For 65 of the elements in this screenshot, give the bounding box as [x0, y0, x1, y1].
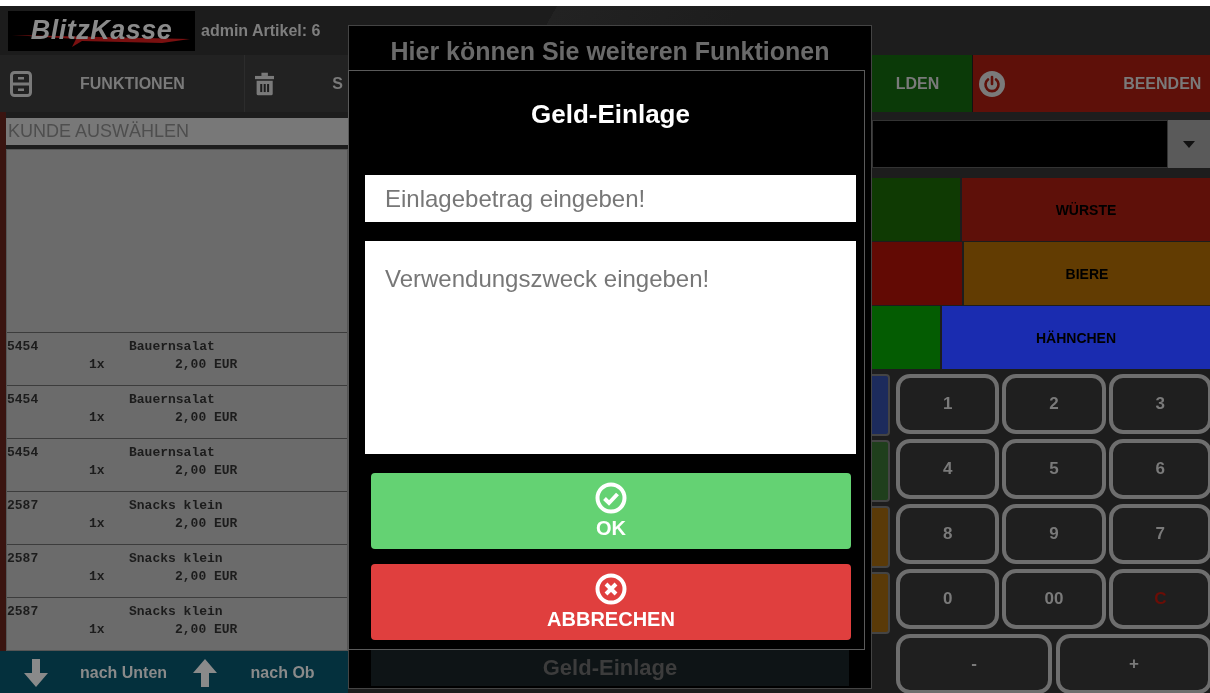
- dialog-button[interactable]: ABBRECHEN: [371, 564, 851, 640]
- article-name: Snacks klein: [128, 551, 224, 568]
- keypad-key[interactable]: 6: [1108, 439, 1210, 499]
- article-price: 2,00 EUR: [174, 463, 239, 480]
- dialog-title: Geld-Einlage: [530, 99, 691, 129]
- article-name: Snacks klein: [128, 498, 224, 515]
- side-key[interactable]: [872, 572, 890, 634]
- article-name: Bauernsalat: [128, 445, 216, 462]
- keypad-key[interactable]: 1: [896, 374, 1000, 434]
- category-tile[interactable]: [872, 306, 940, 369]
- article-code: 5454: [7, 392, 40, 409]
- article-quantity: 1x: [89, 569, 106, 586]
- article-price: 2,00 EUR: [174, 410, 239, 427]
- side-key[interactable]: [872, 374, 890, 436]
- nav-button[interactable]: nach Unten: [0, 657, 175, 688]
- article-quantity: 1x: [89, 516, 106, 533]
- product-dropdown[interactable]: [872, 120, 1210, 168]
- amount-field[interactable]: Einlagebetrag eingeben!: [365, 175, 856, 222]
- logo: BlitzKasse: [8, 10, 195, 51]
- arrow-down-icon: [24, 658, 48, 687]
- article-code: 5454: [7, 445, 40, 462]
- article-code: 5454: [7, 339, 40, 356]
- article-price: 2,00 EUR: [174, 569, 239, 586]
- keypad-key[interactable]: 9: [1002, 504, 1106, 564]
- keypad-key[interactable]: 7: [1108, 504, 1210, 564]
- arrow-up-icon: [192, 658, 217, 687]
- toolbar-button[interactable]: LDEN: [870, 55, 972, 112]
- article-price: 2,00 EUR: [174, 357, 239, 374]
- keypad-key[interactable]: 00: [1002, 569, 1106, 629]
- article-code: 2587: [7, 604, 40, 621]
- side-key[interactable]: [872, 440, 890, 502]
- close-circle-icon: [595, 573, 627, 605]
- keypad-key[interactable]: +: [1056, 634, 1210, 693]
- article-name: Bauernsalat: [128, 392, 216, 409]
- power-icon: [979, 70, 1005, 97]
- user-info: admin Artikel: 6: [201, 21, 321, 40]
- toolbar-button[interactable]: BEENDEN: [972, 55, 1210, 112]
- drawer-icon: [10, 70, 32, 97]
- keypad-key[interactable]: 2: [1002, 374, 1106, 434]
- category-tile[interactable]: BIERE: [964, 242, 1210, 305]
- purpose-field[interactable]: Verwendungszweck eingeben!: [365, 241, 856, 454]
- article-quantity: 1x: [89, 410, 106, 427]
- article-quantity: 1x: [89, 622, 106, 639]
- article-price: 2,00 EUR: [174, 622, 239, 639]
- article-name: Snacks klein: [128, 604, 224, 621]
- keypad-key[interactable]: 5: [1002, 439, 1106, 499]
- article-price: 2,00 EUR: [174, 516, 239, 533]
- side-key[interactable]: [872, 506, 890, 568]
- keypad-key[interactable]: 4: [896, 439, 1000, 499]
- keypad-key[interactable]: 0: [896, 569, 1000, 629]
- keypad-key[interactable]: -: [896, 634, 1052, 693]
- dialog-title: Hier können Sie weiteren Funktionen: [390, 36, 830, 67]
- keypad-key[interactable]: 3: [1108, 374, 1210, 434]
- category-tile[interactable]: HÄHNCHEN: [942, 306, 1210, 369]
- keypad-key[interactable]: 8: [896, 504, 1000, 564]
- category-tile[interactable]: [872, 242, 962, 305]
- nav-button[interactable]: nach Ob: [174, 657, 348, 688]
- category-tile[interactable]: [872, 178, 960, 241]
- article-code: 2587: [7, 551, 40, 568]
- article-quantity: 1x: [89, 463, 106, 480]
- article-code: 2587: [7, 498, 40, 515]
- check-circle-icon: [595, 482, 627, 514]
- caret-icon: [1183, 140, 1195, 148]
- article-quantity: 1x: [89, 357, 106, 374]
- article-name: Bauernsalat: [128, 339, 216, 356]
